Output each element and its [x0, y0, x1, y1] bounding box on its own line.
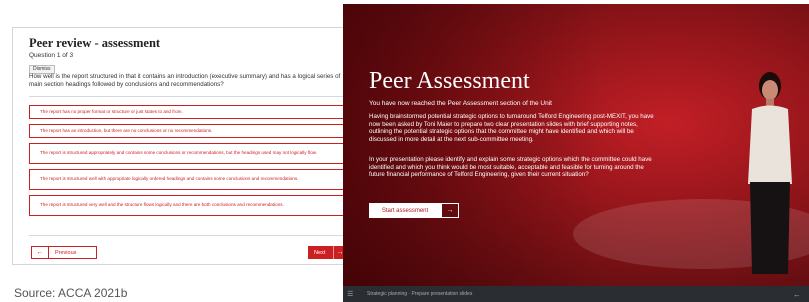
bottom-bar: ☰ Strategic planning · Prepare presentat…	[343, 286, 809, 302]
answer-option-2[interactable]: The report has an introduction, but ther…	[29, 124, 344, 138]
page-title: Peer review - assessment	[29, 36, 161, 50]
back-arrow-icon[interactable]: ←	[793, 290, 801, 299]
intro-text: You have now reached the Peer Assessment…	[369, 100, 552, 107]
answer-option-3[interactable]: The report is structured appropriately a…	[29, 143, 344, 164]
breadcrumb: Strategic planning · Prepare presentatio…	[367, 291, 473, 297]
next-button[interactable]: Next →	[308, 246, 346, 259]
source-caption: Source: ACCA 2021b	[14, 286, 128, 300]
answer-option-5[interactable]: The report is structured very well and t…	[29, 195, 344, 216]
arrow-right-icon: →	[441, 203, 459, 218]
panel-title: Peer Assessment	[369, 68, 530, 94]
next-label: Next	[314, 249, 326, 256]
divider	[29, 235, 344, 236]
arrow-left-icon: ←	[32, 247, 49, 258]
peer-review-panel: Peer review - assessment Question 1 of 3…	[12, 27, 351, 265]
instructions-paragraph-2: In your presentation please identify and…	[369, 156, 652, 179]
start-assessment-button[interactable]: Start assessment →	[369, 203, 459, 218]
divider	[29, 96, 344, 97]
previous-label: Previous	[55, 249, 77, 256]
previous-button[interactable]: ← Previous	[31, 246, 97, 259]
question-text: How well is the report structured in tha…	[29, 73, 341, 88]
answer-option-1[interactable]: The report has no proper format or struc…	[29, 105, 344, 119]
question-counter: Question 1 of 3	[29, 52, 74, 59]
background-shade	[343, 4, 603, 302]
start-assessment-label: Start assessment	[369, 203, 441, 218]
answer-option-4[interactable]: The report is structured well with appro…	[29, 169, 344, 190]
menu-icon[interactable]: ☰	[347, 290, 357, 298]
instructions-paragraph-1: Having brainstormed potential strategic …	[369, 113, 654, 144]
answer-options: The report has no proper format or struc…	[29, 105, 344, 221]
presenter-image	[748, 72, 792, 274]
peer-assessment-panel: Peer Assessment You have now reached the…	[343, 4, 809, 302]
